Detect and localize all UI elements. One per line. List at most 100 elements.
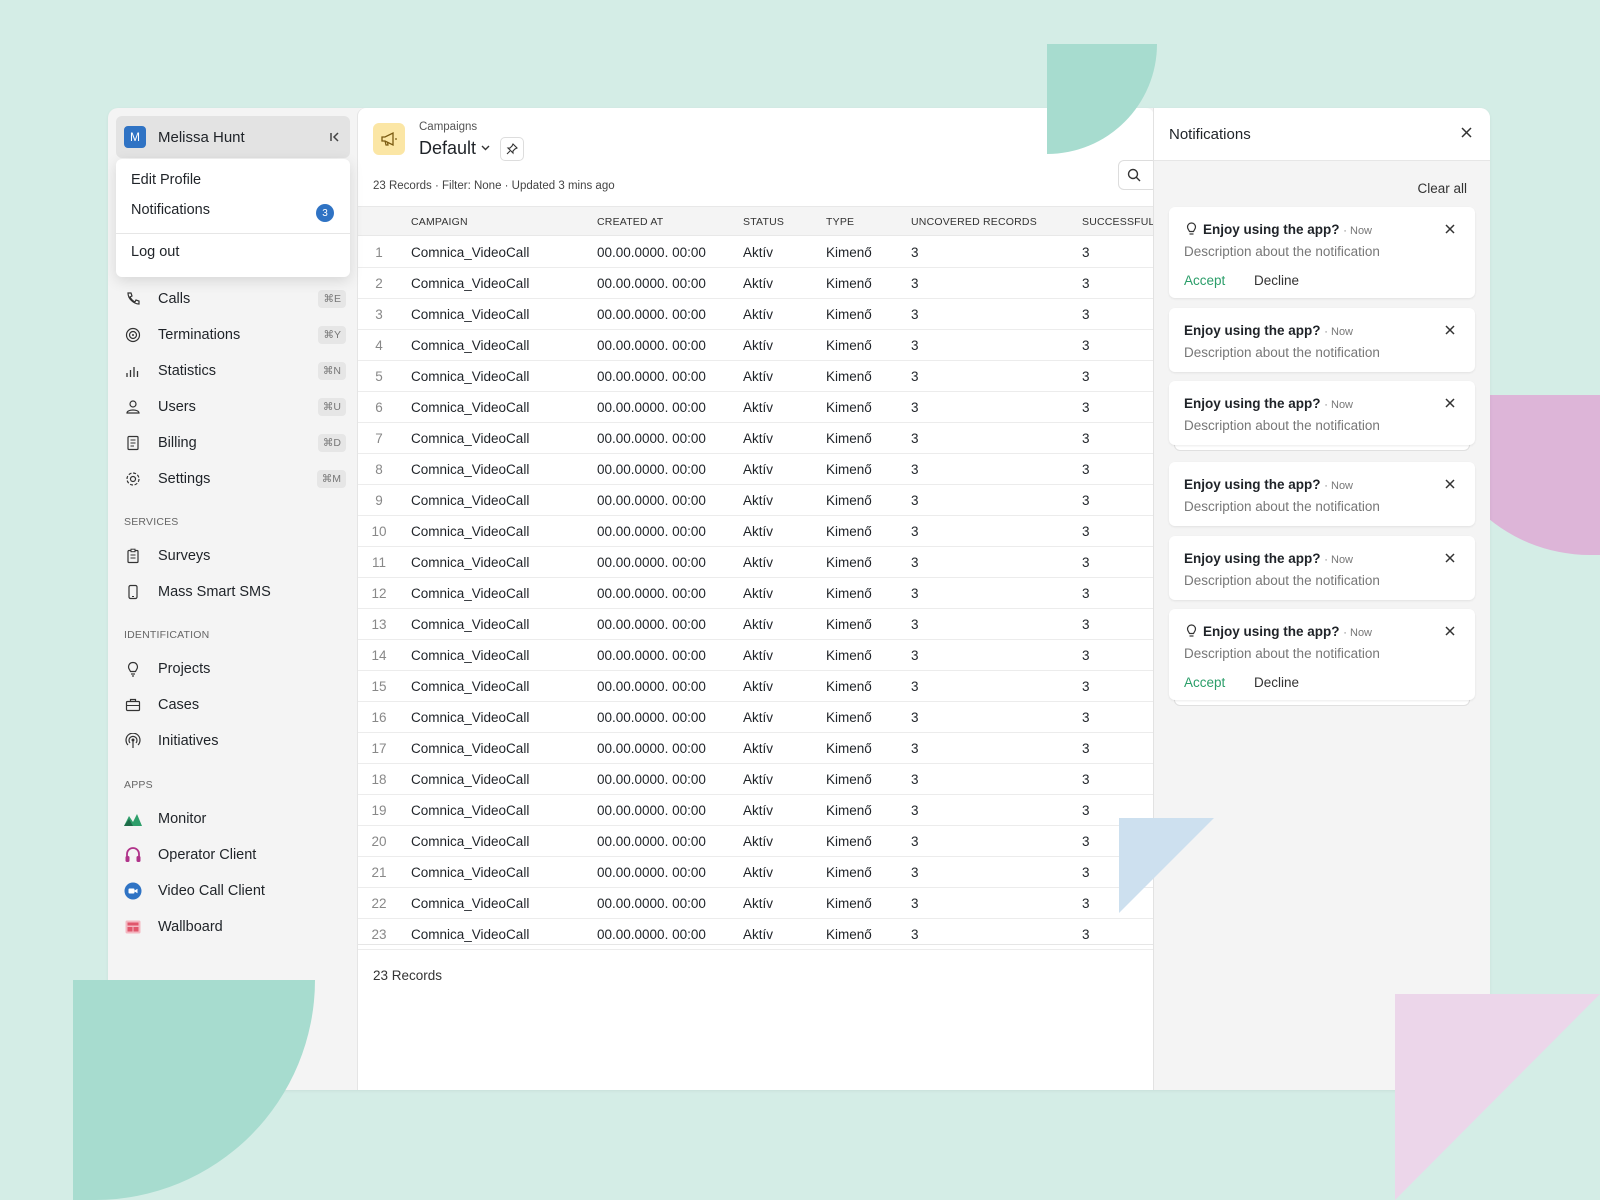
column-header[interactable]: SUCCESSFUL: [1082, 216, 1154, 228]
sidebar-item-mass-smart-sms[interactable]: Mass Smart SMS: [108, 577, 358, 607]
table-row[interactable]: 13 Comnica_VideoCall 00.00.0000. 00:00 Aktí…: [358, 609, 1154, 640]
sidebar-item-calls[interactable]: Calls ⌘E: [108, 284, 358, 314]
sidebar-item-wallboard[interactable]: Wallboard: [108, 912, 358, 942]
logout-menu-item[interactable]: Log out: [131, 244, 179, 260]
table-cell: Kimenő: [826, 462, 872, 477]
sidebar-item-video-call-client[interactable]: Video Call Client: [108, 876, 358, 906]
table-row[interactable]: 12 Comnica_VideoCall 00.00.0000. 00:00 Aktí…: [358, 578, 1154, 609]
table-cell: 3: [911, 462, 919, 477]
table-row[interactable]: 19 Comnica_VideoCall 00.00.0000. 00:00 Aktí…: [358, 795, 1154, 826]
sidebar-item-operator-client[interactable]: Operator Client: [108, 840, 358, 870]
table-cell: 00.00.0000. 00:00: [597, 679, 706, 694]
table-cell: 3: [911, 679, 919, 694]
sidebar-item-cases[interactable]: Cases: [108, 690, 358, 720]
table-row[interactable]: 18 Comnica_VideoCall 00.00.0000. 00:00 Aktí…: [358, 764, 1154, 795]
accept-button[interactable]: Accept: [1184, 273, 1225, 288]
bar-chart-icon: [125, 363, 141, 379]
sidebar-item-statistics[interactable]: Statistics ⌘N: [108, 356, 358, 386]
table-row[interactable]: 22 Comnica_VideoCall 00.00.0000. 00:00 Aktí…: [358, 888, 1154, 919]
search-icon: [1127, 168, 1141, 182]
section-label-apps: APPS: [124, 779, 153, 791]
sidebar-item-initiatives[interactable]: Initiatives: [108, 726, 358, 756]
column-header[interactable]: CREATED AT: [597, 216, 663, 228]
table-cell: 00.00.0000. 00:00: [597, 803, 706, 818]
column-header[interactable]: CAMPAIGN: [411, 216, 468, 228]
collapse-sidebar-icon[interactable]: [328, 130, 342, 144]
table-row[interactable]: 9 Comnica_VideoCall 00.00.0000. 00:00 Aktív…: [358, 485, 1154, 516]
column-header[interactable]: STATUS: [743, 216, 784, 228]
column-header[interactable]: UNCOVERED RECORDS: [911, 216, 1037, 228]
decline-button[interactable]: Decline: [1254, 675, 1299, 690]
sidebar-item-settings[interactable]: Settings ⌘M: [108, 464, 358, 494]
chevron-down-icon[interactable]: [481, 143, 490, 154]
notification-card[interactable]: Enjoy using the app? · Now Description ab…: [1169, 536, 1475, 600]
user-switcher[interactable]: M Melissa Hunt: [116, 116, 350, 158]
close-icon[interactable]: [1461, 125, 1472, 142]
table-row[interactable]: 1 Comnica_VideoCall 00.00.0000. 00:00 Aktív…: [358, 237, 1154, 268]
menu-divider: [116, 233, 350, 234]
notification-card[interactable]: Enjoy using the app? · Now Description ab…: [1169, 308, 1475, 372]
close-icon[interactable]: [1445, 322, 1455, 338]
table-row[interactable]: 3 Comnica_VideoCall 00.00.0000. 00:00 Aktív…: [358, 299, 1154, 330]
table-row[interactable]: 14 Comnica_VideoCall 00.00.0000. 00:00 Aktí…: [358, 640, 1154, 671]
table-row[interactable]: 8 Comnica_VideoCall 00.00.0000. 00:00 Aktív…: [358, 454, 1154, 485]
document-icon: [125, 435, 141, 451]
accept-button[interactable]: Accept: [1184, 675, 1225, 690]
close-icon[interactable]: [1445, 476, 1455, 492]
table-row[interactable]: 17 Comnica_VideoCall 00.00.0000. 00:00 Aktí…: [358, 733, 1154, 764]
column-header[interactable]: TYPE: [826, 216, 854, 228]
table-row[interactable]: 10 Comnica_VideoCall 00.00.0000. 00:00 Aktí…: [358, 516, 1154, 547]
sidebar-item-monitor[interactable]: Monitor: [108, 804, 358, 834]
sidebar: M Melissa Hunt Edit Profile Notification…: [108, 108, 358, 1090]
table-row[interactable]: 23 Comnica_VideoCall 00.00.0000. 00:00 Aktí…: [358, 919, 1154, 950]
pin-button[interactable]: [500, 137, 524, 161]
table-row[interactable]: 20 Comnica_VideoCall 00.00.0000. 00:00 Aktí…: [358, 826, 1154, 857]
table-cell: 3: [911, 803, 919, 818]
notification-card[interactable]: Enjoy using the app? · Now Description ab…: [1169, 609, 1475, 700]
close-icon[interactable]: [1445, 395, 1455, 411]
table-row[interactable]: 11 Comnica_VideoCall 00.00.0000. 00:00 Aktí…: [358, 547, 1154, 578]
clear-all-button[interactable]: Clear all: [1417, 181, 1467, 196]
notification-card[interactable]: Enjoy using the app? · Now Description ab…: [1169, 381, 1475, 445]
table-row[interactable]: 21 Comnica_VideoCall 00.00.0000. 00:00 Aktí…: [358, 857, 1154, 888]
sidebar-item-users[interactable]: Users ⌘U: [108, 392, 358, 422]
breadcrumb[interactable]: Campaigns: [419, 121, 477, 133]
edit-profile-menu-item[interactable]: Edit Profile: [131, 172, 201, 188]
table-row[interactable]: 4 Comnica_VideoCall 00.00.0000. 00:00 Aktív…: [358, 330, 1154, 361]
table-row[interactable]: 15 Comnica_VideoCall 00.00.0000. 00:00 Aktí…: [358, 671, 1154, 702]
sidebar-item-terminations[interactable]: Terminations ⌘Y: [108, 320, 358, 350]
decline-button[interactable]: Decline: [1254, 273, 1299, 288]
close-icon[interactable]: [1445, 623, 1455, 639]
sidebar-item-surveys[interactable]: Surveys: [108, 541, 358, 571]
table-row[interactable]: 2 Comnica_VideoCall 00.00.0000. 00:00 Aktív…: [358, 268, 1154, 299]
table-cell: 3: [1082, 679, 1090, 694]
search-button[interactable]: [1118, 160, 1154, 190]
table-row[interactable]: 6 Comnica_VideoCall 00.00.0000. 00:00 Aktív…: [358, 392, 1154, 423]
table-cell: Comnica_VideoCall: [411, 710, 530, 725]
table-cell: Kimenő: [826, 493, 872, 508]
notification-time: · Now: [1324, 480, 1354, 492]
table-cell: 00.00.0000. 00:00: [597, 431, 706, 446]
notification-card[interactable]: Enjoy using the app? · Now Description ab…: [1169, 207, 1475, 298]
notifications-menu-item[interactable]: Notifications: [131, 202, 210, 218]
table-header: CAMPAIGN CREATED AT STATUS TYPE UNCOVERE…: [358, 206, 1154, 236]
page-title[interactable]: Default: [419, 138, 476, 159]
table-cell: 00.00.0000. 00:00: [597, 741, 706, 756]
table-cell: Aktív: [743, 431, 774, 446]
table-row[interactable]: 7 Comnica_VideoCall 00.00.0000. 00:00 Aktív…: [358, 423, 1154, 454]
table-row[interactable]: 5 Comnica_VideoCall 00.00.0000. 00:00 Aktív…: [358, 361, 1154, 392]
close-icon[interactable]: [1445, 221, 1455, 237]
avatar: M: [124, 126, 146, 148]
sidebar-item-billing[interactable]: Billing ⌘D: [108, 428, 358, 458]
table-cell: 3: [911, 400, 919, 415]
table-cell: 3: [1082, 400, 1090, 415]
table-cell: 3: [911, 245, 919, 260]
table-cell: Kimenő: [826, 710, 872, 725]
notification-card[interactable]: Enjoy using the app? · Now Description ab…: [1169, 462, 1475, 526]
table-cell: 00.00.0000. 00:00: [597, 710, 706, 725]
close-icon[interactable]: [1445, 550, 1455, 566]
sidebar-item-projects[interactable]: Projects: [108, 654, 358, 684]
target-icon: [125, 327, 141, 343]
table-row[interactable]: 16 Comnica_VideoCall 00.00.0000. 00:00 Aktí…: [358, 702, 1154, 733]
monitor-app-icon: [124, 810, 142, 828]
